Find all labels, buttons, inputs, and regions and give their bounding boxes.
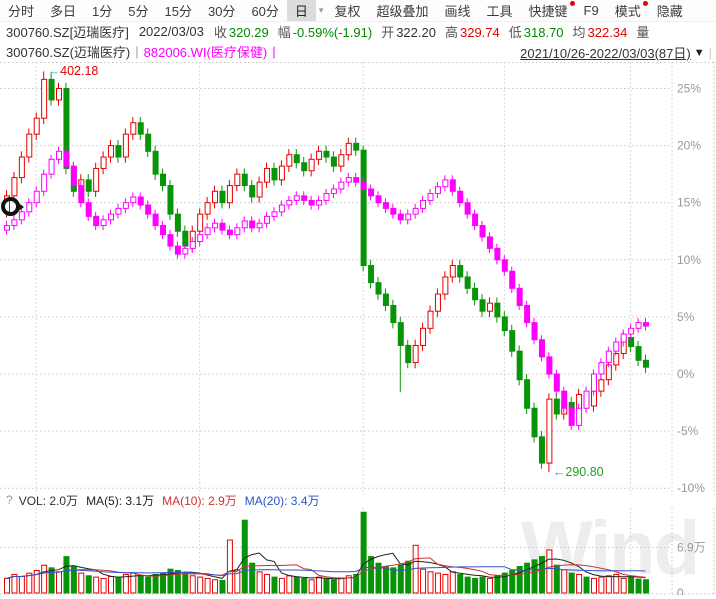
quote-field-value: 320.29 [229,25,269,40]
legend-separator: | [135,44,138,59]
quote-field-2: 开322.20 [381,25,436,40]
annotation-arrow-icon: ← [48,64,61,78]
volume-chart[interactable]: 6.9万 0 [0,508,716,596]
quote-field-label: 幅 [278,25,291,40]
toolbar-item-11[interactable]: 画线 [436,0,478,21]
legend-separator: | [272,44,275,59]
chart-anchor-icon[interactable] [1,197,20,216]
toolbar-item-5[interactable]: 30分 [200,0,243,21]
quote-field-value: -0.59%(-1.91) [293,25,372,40]
toolbar-item-0[interactable]: 分时 [0,0,42,21]
quote-field-label: 均 [573,25,586,40]
svg-text:20%: 20% [677,139,701,153]
price-annotation: ←402.18 [48,64,99,78]
date-range-label[interactable]: 2021/10/26-2022/03/03(87日) [520,43,691,62]
toolbar-item-6[interactable]: 60分 [243,0,286,21]
annotation-price: 402.18 [60,64,98,78]
quote-field-label: 高 [445,25,458,40]
quote-field-label: 低 [509,25,522,40]
toolbar-item-13[interactable]: 快捷键 [521,0,576,21]
quote-field-value: 329.74 [460,25,500,40]
notification-dot [643,1,648,6]
toolbar-item-1[interactable]: 多日 [42,0,84,21]
annotation-arrow-icon: ← [553,465,566,479]
quote-field-0: 收320.29 [214,25,269,40]
toolbar-item-10[interactable]: 超级叠加 [368,0,436,21]
quote-field-1: 幅-0.59%(-1.91) [278,25,373,40]
quote-field-5: 均322.34 [573,25,628,40]
quote-field-label: 量 [636,25,649,40]
svg-text:25%: 25% [677,82,701,96]
quote-field-3: 高329.74 [445,25,500,40]
trading-terminal-window: 分时多日1分5分15分30分60分日▾复权超级叠加画线工具快捷键F9模式隐藏 3… [0,0,716,599]
vol-ma5-value: MA(5): 3.1万 [86,492,154,509]
svg-text:0: 0 [677,586,684,595]
quote-date: 2022/03/03 [139,24,204,39]
price-annotation: ←290.80 [553,465,604,479]
svg-text:6.9万: 6.9万 [677,540,706,554]
quote-fields: 收320.29 幅-0.59%(-1.91) 开322.20 高329.74 低318.… [214,22,660,41]
chevron-down-icon[interactable]: ▼ [694,47,705,59]
legend-overlay-symbol[interactable]: 882006.WI(医疗保健) [144,42,268,61]
toolbar-item-3[interactable]: 5分 [120,0,156,21]
toolbar-item-12[interactable]: 工具 [479,0,521,21]
legend-primary-symbol[interactable]: 300760.SZ(迈瑞医疗) [6,42,130,61]
range-separator: | [709,45,712,60]
toolbar-item-16[interactable]: 隐藏 [649,0,691,21]
help-icon[interactable]: ? [6,493,13,507]
svg-text:0%: 0% [677,367,695,381]
notification-dot [570,1,575,6]
toolbar-item-15[interactable]: 模式 [607,0,649,21]
quote-field-value: 318.70 [524,25,564,40]
anchor-arrow [17,202,24,212]
quote-field-4: 低318.70 [509,25,564,40]
quote-field-label: 收 [214,25,227,40]
volume-indicator-header: ? VOL: 2.0万 MA(5): 3.1万 MA(10): 2.9万 MA(… [0,492,716,508]
svg-text:15%: 15% [677,196,701,210]
toolbar-item-4[interactable]: 15分 [157,0,200,21]
svg-text:10%: 10% [677,253,701,267]
candlestick-chart[interactable]: 25%20%15%10%5%0%-5%-10% [0,62,716,495]
toolbar-item-14[interactable]: F9 [576,2,607,19]
date-range-control[interactable]: 2021/10/26-2022/03/03(87日) ▼ | [520,43,712,62]
quote-bar: 300760.SZ[迈瑞医疗] 2022/03/03 收320.29 幅-0.59… [0,22,716,41]
annotation-price: 290.80 [565,465,603,479]
quote-field-value: 322.34 [588,25,628,40]
toolbar-item-9[interactable]: 复权 [326,0,368,21]
vol-ma20-value: MA(20): 3.4万 [245,492,320,509]
toolbar-item-2[interactable]: 1分 [84,0,120,21]
quote-field-value: 322.20 [396,25,436,40]
quote-field-6: 量 [636,25,651,40]
svg-text:5%: 5% [677,310,695,324]
period-dropdown-icon[interactable]: ▾ [316,4,327,17]
vol-ma10-value: MA(10): 2.9万 [162,492,237,509]
toolbar-item-7[interactable]: 日 [287,0,316,21]
period-toolbar: 分时多日1分5分15分30分60分日▾复权超级叠加画线工具快捷键F9模式隐藏 [0,0,716,22]
vol-value: VOL: 2.0万 [19,492,78,509]
svg-text:-5%: -5% [677,424,699,438]
quote-field-label: 开 [381,25,394,40]
symbol-name: 300760.SZ[迈瑞医疗] [6,22,129,41]
